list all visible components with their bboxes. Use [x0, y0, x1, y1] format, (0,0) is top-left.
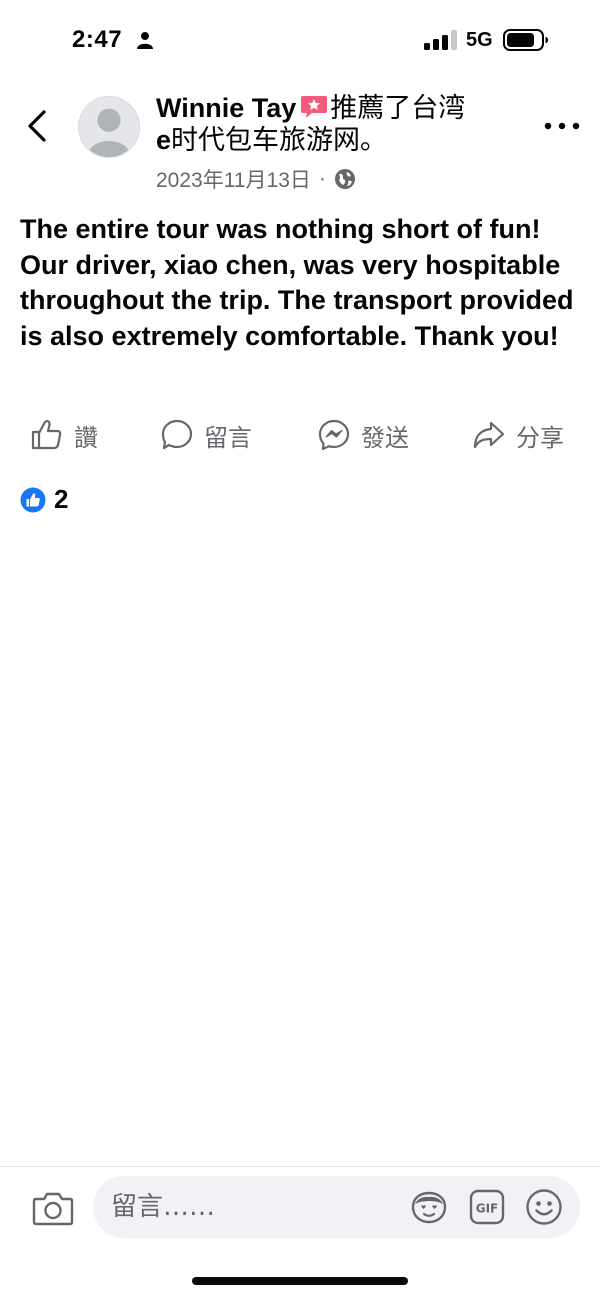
- comment-label: 留言: [204, 424, 252, 452]
- reaction-count: 2: [54, 484, 69, 514]
- post-date[interactable]: 2023年11月13日: [156, 164, 311, 194]
- send-button[interactable]: 發送: [317, 410, 409, 460]
- post-header-line1: Winnie Tay 推薦了台湾: [156, 92, 526, 124]
- speech-bubble-icon: [161, 419, 193, 450]
- recommend-action-text: 推薦了台湾: [330, 93, 466, 123]
- avatar[interactable]: [78, 96, 140, 158]
- messenger-icon: [318, 419, 350, 451]
- network-type: 5G: [466, 29, 493, 51]
- status-bar: 2:47 5G: [0, 0, 600, 80]
- share-button[interactable]: 分享: [472, 410, 564, 460]
- avatar-sticker-icon[interactable]: [409, 1189, 449, 1225]
- share-label: 分享: [516, 424, 564, 452]
- camera-icon[interactable]: [32, 1189, 74, 1227]
- post-header: Winnie Tay 推薦了台湾 e时代包车旅游网。 2023年11月13日 ·: [156, 92, 526, 194]
- back-chevron-icon[interactable]: [20, 106, 56, 146]
- recommend-badge-icon: [301, 96, 328, 118]
- meta-separator: ·: [318, 167, 326, 190]
- page-name-prefix[interactable]: e: [156, 125, 171, 155]
- cellular-signal-icon: [424, 30, 457, 50]
- like-button[interactable]: 讚: [30, 410, 98, 460]
- default-avatar-icon: [87, 108, 131, 157]
- share-arrow-icon: [473, 421, 505, 449]
- thumbs-up-icon: [31, 419, 62, 450]
- like-reaction-icon: [20, 487, 46, 512]
- more-options-icon[interactable]: [540, 112, 584, 140]
- page-name[interactable]: 时代包车旅游网。: [171, 125, 387, 155]
- post-body-text: The entire tour was nothing short of fun…: [20, 214, 574, 351]
- comment-input-container: GIF: [93, 1176, 580, 1238]
- status-time: 2:47: [72, 26, 123, 53]
- post-meta: 2023年11月13日 ·: [156, 164, 526, 194]
- post-action-bar: 讚 留言 發送 分享: [0, 410, 600, 460]
- battery-icon: [503, 29, 548, 51]
- send-label: 發送: [361, 424, 409, 452]
- comment-bar: GIF: [0, 1166, 600, 1249]
- comment-input[interactable]: [111, 1176, 391, 1238]
- reaction-summary[interactable]: 2: [20, 484, 68, 515]
- person-icon: [137, 32, 153, 49]
- emoji-icon[interactable]: [525, 1188, 563, 1226]
- gif-icon[interactable]: GIF: [469, 1189, 505, 1225]
- post-header-line2: e时代包车旅游网。: [156, 124, 526, 156]
- svg-text:GIF: GIF: [476, 1202, 499, 1216]
- home-indicator: [192, 1277, 408, 1285]
- author-name[interactable]: Winnie Tay: [156, 93, 296, 123]
- like-label: 讚: [74, 424, 98, 452]
- comment-button[interactable]: 留言: [160, 410, 252, 460]
- globe-icon: [334, 169, 355, 189]
